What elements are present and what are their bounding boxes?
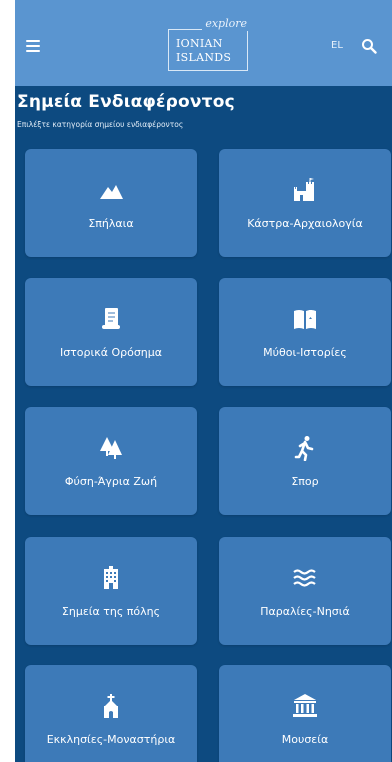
category-card-castles[interactable]: Κάστρα-Αρχαιολογία	[219, 149, 391, 257]
museum-icon	[293, 694, 317, 717]
search-icon[interactable]	[361, 38, 377, 54]
building-icon	[104, 566, 118, 589]
category-label: Φύση-Άγρια Ζωή	[64, 475, 158, 488]
category-card-caves[interactable]: Σπήλαια	[25, 149, 197, 257]
category-label: Εκκλησίες-Μοναστήρια	[46, 733, 176, 746]
logo-line-1: IONIAN	[176, 37, 223, 50]
category-label: Σημεία της πόλης	[61, 605, 161, 618]
castle-icon	[294, 178, 314, 201]
category-card-museums[interactable]: Μουσεία	[219, 665, 391, 762]
category-label: Σπορ	[291, 475, 319, 488]
top-bar: explore IONIAN ISLANDS EL	[15, 0, 392, 86]
category-card-churches[interactable]: Εκκλησίες-Μοναστήρια	[25, 665, 197, 762]
category-label: Μύθοι-Ιστορίες	[263, 346, 347, 359]
category-label: Ιστορικά Ορόσημα	[59, 346, 163, 359]
logo-tagline: explore	[202, 17, 250, 31]
app-logo[interactable]: explore IONIAN ISLANDS	[168, 17, 250, 71]
category-card-landmarks[interactable]: Ιστορικά Ορόσημα	[25, 278, 197, 386]
trees-icon	[100, 437, 122, 459]
category-card-myths[interactable]: Μύθοι-Ιστορίες	[219, 278, 391, 386]
language-selector[interactable]: EL	[331, 40, 343, 51]
category-label: Παραλίες-Νησιά	[260, 605, 350, 618]
category-card-nature[interactable]: Φύση-Άγρια Ζωή	[25, 407, 197, 515]
app-screen: explore IONIAN ISLANDS EL Σημεία Ενδιαφέ…	[15, 0, 392, 762]
scroll-icon	[102, 308, 120, 329]
category-label: Σπήλαια	[88, 217, 134, 230]
book-icon	[294, 310, 316, 329]
page-title: Σημεία Ενδιαφέροντος	[17, 92, 235, 112]
category-card-sports[interactable]: Σπορ	[219, 407, 391, 515]
mountain-icon	[100, 185, 123, 199]
water-icon	[293, 569, 316, 587]
category-card-city[interactable]: Σημεία της πόλης	[25, 537, 197, 645]
category-label: Μουσεία	[281, 733, 329, 746]
logo-line-2: ISLANDS	[176, 51, 232, 64]
page-subtitle: Επιλέξτε κατηγορία σημείου ενδιαφέροντος	[17, 120, 184, 129]
category-card-beaches[interactable]: Παραλίες-Νησιά	[219, 537, 391, 645]
church-icon	[104, 694, 118, 718]
hamburger-menu-icon[interactable]	[26, 40, 40, 52]
category-label: Κάστρα-Αρχαιολογία	[247, 217, 363, 230]
running-icon	[294, 436, 314, 461]
